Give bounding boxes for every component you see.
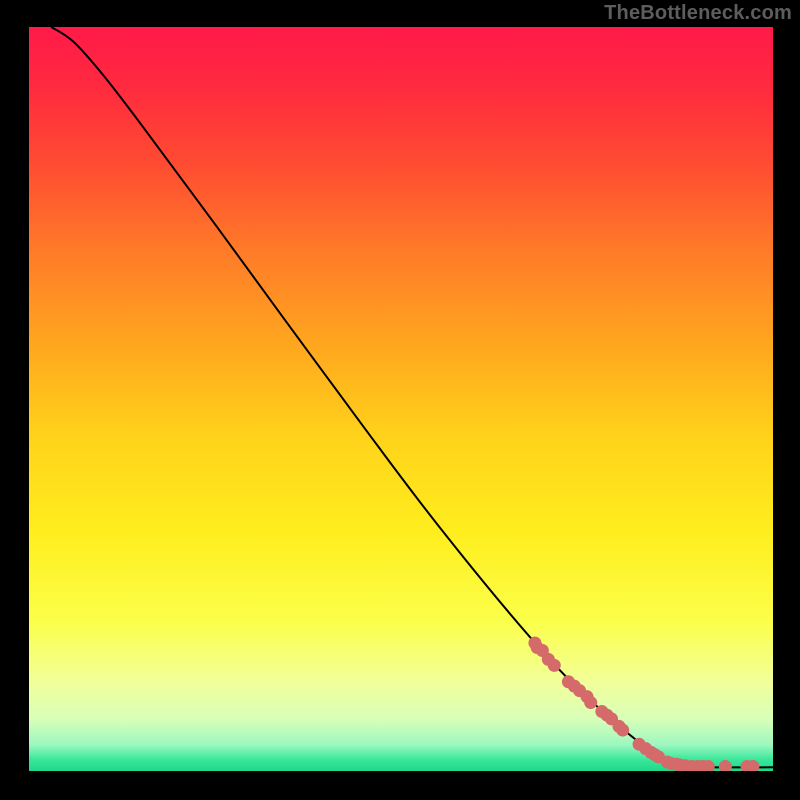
chart-background-gradient — [29, 27, 773, 771]
bottleneck-chart: TheBottleneck.com — [0, 0, 800, 800]
data-marker — [585, 697, 597, 709]
data-marker — [617, 724, 629, 736]
data-marker — [719, 761, 731, 773]
watermark-text: TheBottleneck.com — [604, 2, 792, 25]
data-marker — [747, 761, 759, 773]
chart-svg — [0, 0, 800, 800]
data-marker — [548, 659, 560, 671]
data-marker — [702, 761, 714, 773]
